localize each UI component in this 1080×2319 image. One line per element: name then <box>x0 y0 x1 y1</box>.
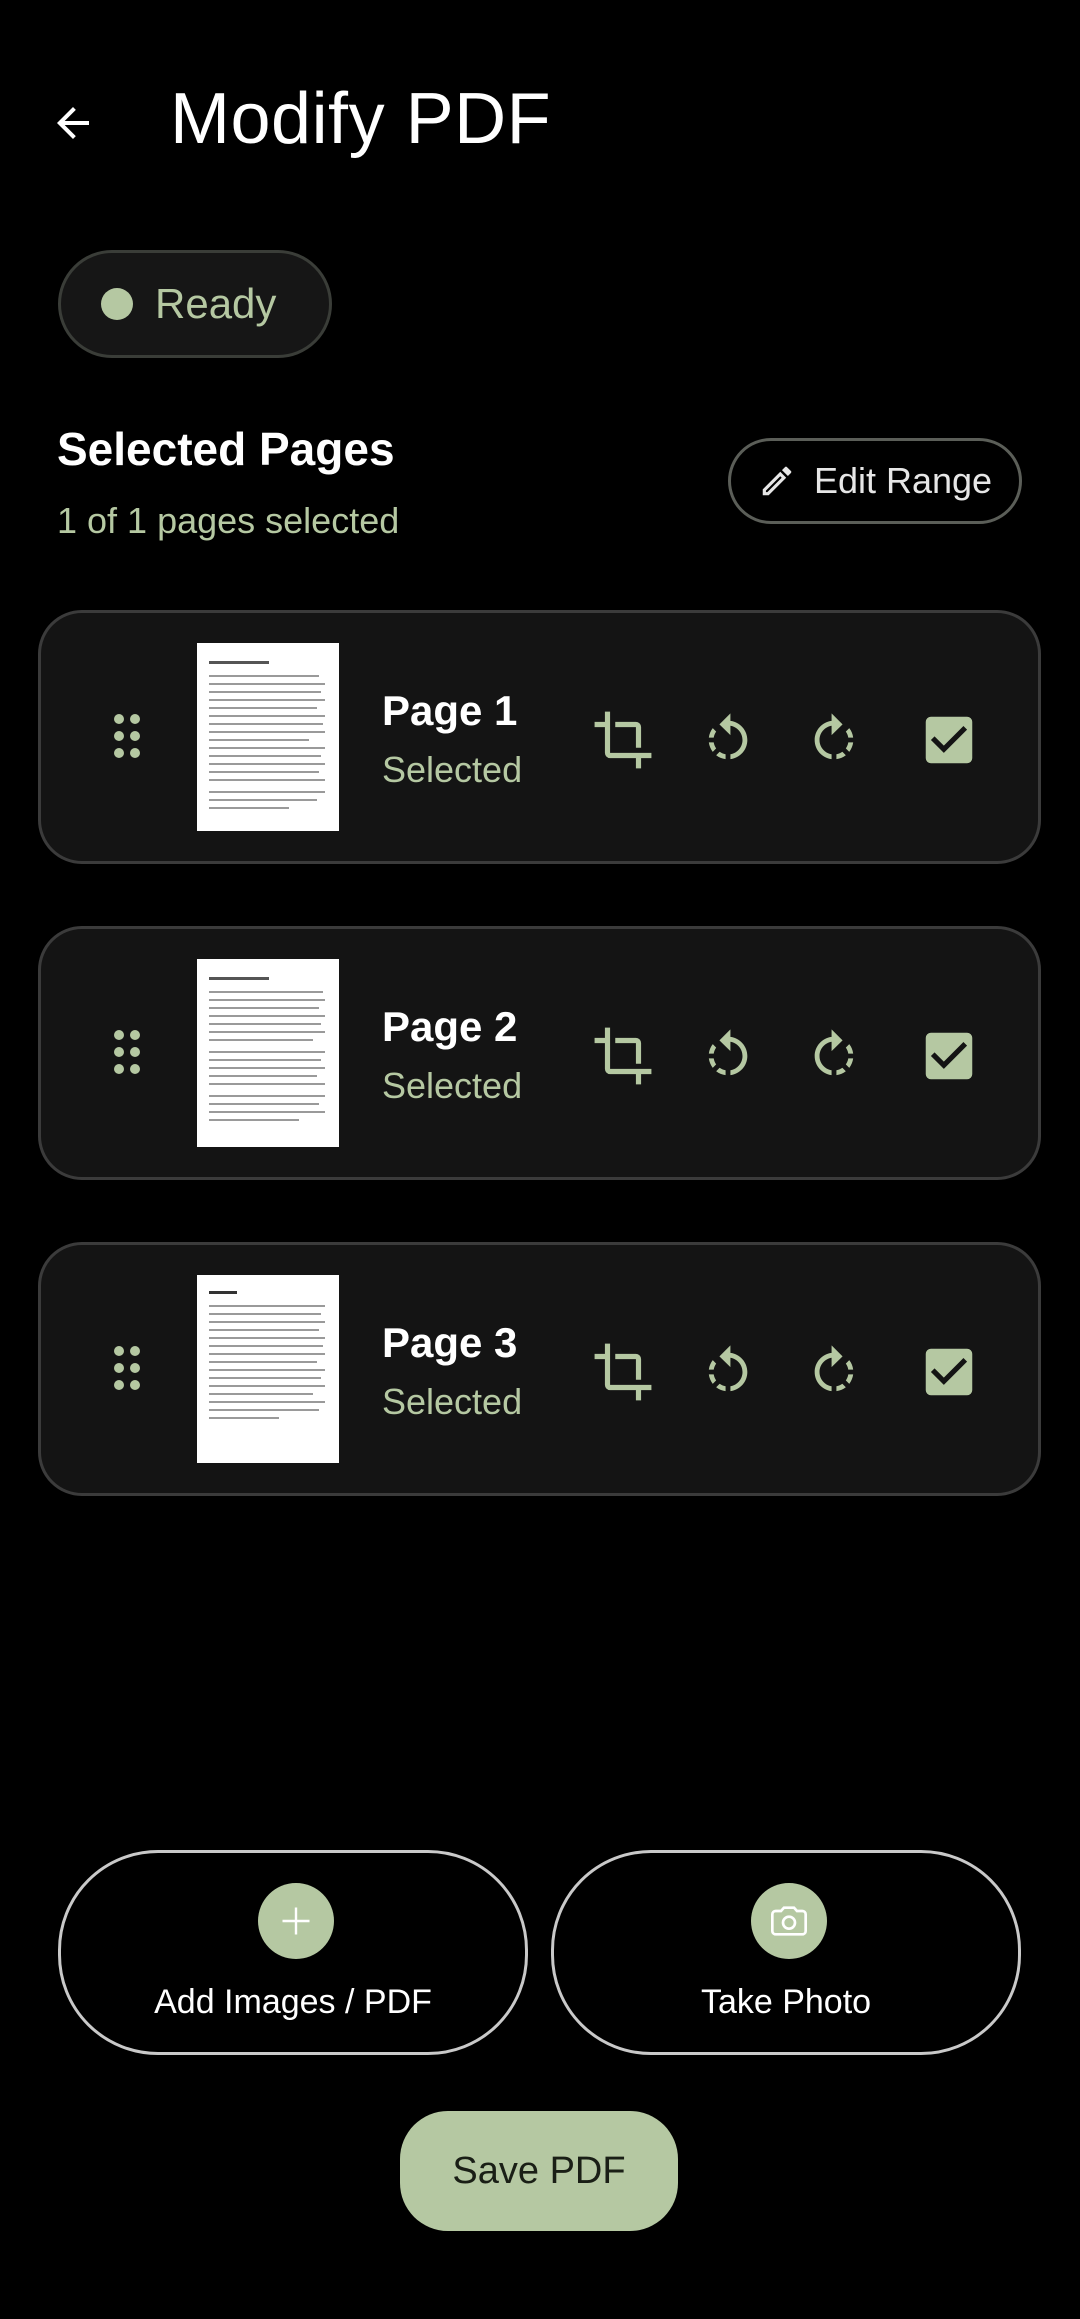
arrow-back-icon <box>57 107 89 139</box>
rotate-left-button[interactable] <box>697 709 759 771</box>
rotate-left-icon <box>708 1029 748 1076</box>
page-checkbox[interactable] <box>918 1025 980 1087</box>
page-card[interactable]: Page 2 Selected <box>38 926 1041 1180</box>
save-pdf-label: Save PDF <box>452 2149 626 2192</box>
rotate-right-icon <box>814 713 854 760</box>
drag-handle-icon[interactable] <box>113 713 141 759</box>
edit-range-button[interactable]: Edit Range <box>728 438 1022 524</box>
add-images-pdf-label: Add Images / PDF <box>154 1983 432 2021</box>
page-card[interactable]: Page 1 Selected <box>38 610 1041 864</box>
crop-button[interactable] <box>592 709 654 771</box>
plus-icon <box>282 1907 310 1935</box>
rotate-right-button[interactable] <box>803 709 865 771</box>
rotate-left-button[interactable] <box>697 1025 759 1087</box>
page-thumbnail <box>197 643 339 831</box>
page-checkbox[interactable] <box>918 1341 980 1403</box>
status-chip: Ready <box>58 250 332 358</box>
page-thumbnail <box>197 959 339 1147</box>
page-checkbox[interactable] <box>918 709 980 771</box>
pencil-icon <box>762 466 792 496</box>
crop-button[interactable] <box>592 1341 654 1403</box>
camera-circle <box>751 1883 827 1959</box>
rotate-right-button[interactable] <box>803 1341 865 1403</box>
crop-button[interactable] <box>592 1025 654 1087</box>
crop-icon <box>594 1343 652 1401</box>
page-status: Selected <box>382 749 523 790</box>
page-name: Page 1 <box>382 687 518 734</box>
selected-pages-heading: Selected Pages <box>57 423 395 475</box>
crop-icon <box>594 711 652 769</box>
rotate-left-icon <box>708 1345 748 1392</box>
rotate-left-icon <box>708 713 748 760</box>
checkbox-checked-icon <box>925 1032 973 1080</box>
checkbox-checked-icon <box>925 1348 973 1396</box>
selected-pages-count: 1 of 1 pages selected <box>57 500 400 541</box>
rotate-left-button[interactable] <box>697 1341 759 1403</box>
add-circle <box>258 1883 334 1959</box>
rotate-right-icon <box>814 1029 854 1076</box>
rotate-right-button[interactable] <box>803 1025 865 1087</box>
save-pdf-button[interactable]: Save PDF <box>400 2111 678 2231</box>
status-label: Ready <box>155 280 277 327</box>
drag-handle-icon[interactable] <box>113 1345 141 1391</box>
page-thumbnail <box>197 1275 339 1463</box>
add-images-pdf-button[interactable]: Add Images / PDF <box>58 1850 528 2055</box>
page-status: Selected <box>382 1381 523 1422</box>
take-photo-button[interactable]: Take Photo <box>551 1850 1021 2055</box>
edit-range-label: Edit Range <box>813 460 993 501</box>
page-name: Page 3 <box>382 1319 518 1366</box>
drag-handle-icon[interactable] <box>113 1029 141 1075</box>
back-button[interactable] <box>40 90 106 156</box>
take-photo-label: Take Photo <box>700 1983 872 2021</box>
crop-icon <box>594 1027 652 1085</box>
checkbox-checked-icon <box>925 716 973 764</box>
rotate-right-icon <box>814 1345 854 1392</box>
page-status: Selected <box>382 1065 523 1106</box>
status-dot <box>101 288 133 320</box>
page-name: Page 2 <box>382 1003 518 1050</box>
camera-icon <box>771 1906 807 1936</box>
top-app-bar: Modify PDF <box>0 60 1080 185</box>
page-card[interactable]: Page 3 Selected <box>38 1242 1041 1496</box>
page-title: Modify PDF <box>170 79 552 159</box>
